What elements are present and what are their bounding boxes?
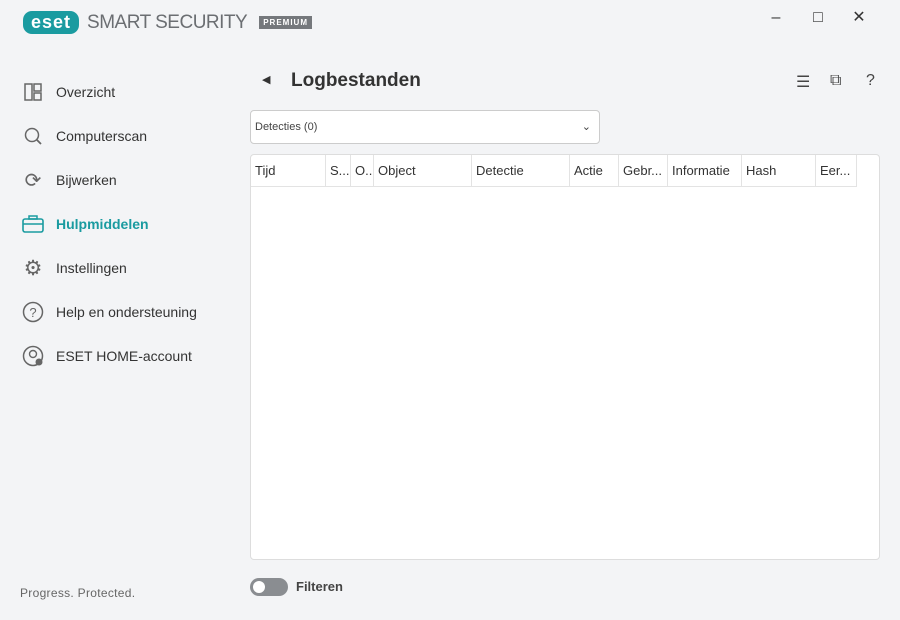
column-header[interactable]: Informatie xyxy=(668,155,742,186)
search-icon xyxy=(22,125,44,147)
gear-icon: ⚙ xyxy=(23,256,43,280)
sidebar-item-bijwerken[interactable]: ⟳ Bijwerken xyxy=(22,158,197,202)
svg-text:?: ? xyxy=(29,305,36,320)
log-type-select[interactable]: Detecties (0) ⌄ xyxy=(250,110,600,144)
account-icon xyxy=(22,345,44,367)
maximize-button[interactable]: □ xyxy=(808,8,828,28)
refresh-icon: ⟳ xyxy=(24,169,42,192)
column-header[interactable]: S... xyxy=(326,155,351,186)
column-header[interactable]: Object xyxy=(374,155,472,186)
column-header[interactable]: Detectie xyxy=(472,155,570,186)
sidebar-nav: Overzicht Computerscan ⟳ Bijwerken Hulpmi… xyxy=(22,70,197,378)
log-table: Tijd S... O.. Object Detectie Actie Gebr… xyxy=(250,154,880,560)
sidebar-item-label: Bijwerken xyxy=(56,172,117,188)
help-icon[interactable]: ? xyxy=(866,72,875,90)
dashboard-icon xyxy=(22,81,44,103)
column-header[interactable]: Tijd xyxy=(251,155,326,186)
chevron-down-icon: ⌄ xyxy=(581,121,591,133)
column-header[interactable]: Actie xyxy=(570,155,619,186)
filter-label: Filteren xyxy=(296,579,343,594)
column-header[interactable]: Hash xyxy=(742,155,816,186)
brand-badge: eset xyxy=(23,11,80,34)
column-header[interactable]: Gebr... xyxy=(619,155,668,186)
minimize-button[interactable]: – xyxy=(766,8,786,28)
sidebar-item-label: Hulpmiddelen xyxy=(56,216,149,232)
column-header[interactable]: Eer... xyxy=(816,155,857,186)
page-title: Logbestanden xyxy=(291,70,421,91)
toolbox-icon xyxy=(22,213,44,235)
sidebar-item-label: Help en ondersteuning xyxy=(56,304,197,320)
log-type-value: Detecties (0) xyxy=(255,121,318,133)
help-icon: ? xyxy=(22,301,44,323)
list-view-icon[interactable]: ☰ xyxy=(796,72,810,92)
back-button[interactable]: ◀ xyxy=(262,73,270,86)
sidebar-item-label: Computerscan xyxy=(56,128,148,144)
sidebar-item-computerscan[interactable]: Computerscan xyxy=(22,114,197,158)
close-button[interactable]: ✕ xyxy=(849,8,869,28)
sidebar-item-hulpmiddelen[interactable]: Hulpmiddelen xyxy=(22,202,197,246)
sidebar-item-label: Instellingen xyxy=(56,260,127,276)
copy-window-icon[interactable]: ⧉ xyxy=(830,72,841,90)
table-header: Tijd S... O.. Object Detectie Actie Gebr… xyxy=(251,155,857,187)
sidebar-item-label: Overzicht xyxy=(56,84,116,100)
sidebar-item-eset-home[interactable]: ESET HOME-account xyxy=(22,334,197,378)
product-name: SMART SECURITY xyxy=(87,11,248,33)
column-header[interactable]: O.. xyxy=(351,155,374,186)
tagline: Progress. Protected. xyxy=(20,586,136,600)
edition-badge: PREMIUM xyxy=(259,16,312,29)
sidebar-item-help[interactable]: ? Help en ondersteuning xyxy=(22,290,197,334)
sidebar-item-label: ESET HOME-account xyxy=(56,348,192,364)
eset-logo: eset SMART SECURITY PREMIUM xyxy=(23,11,312,34)
sidebar-item-instellingen[interactable]: ⚙ Instellingen xyxy=(22,246,197,290)
filter-toggle[interactable] xyxy=(250,578,288,596)
sidebar-item-overzicht[interactable]: Overzicht xyxy=(22,70,197,114)
